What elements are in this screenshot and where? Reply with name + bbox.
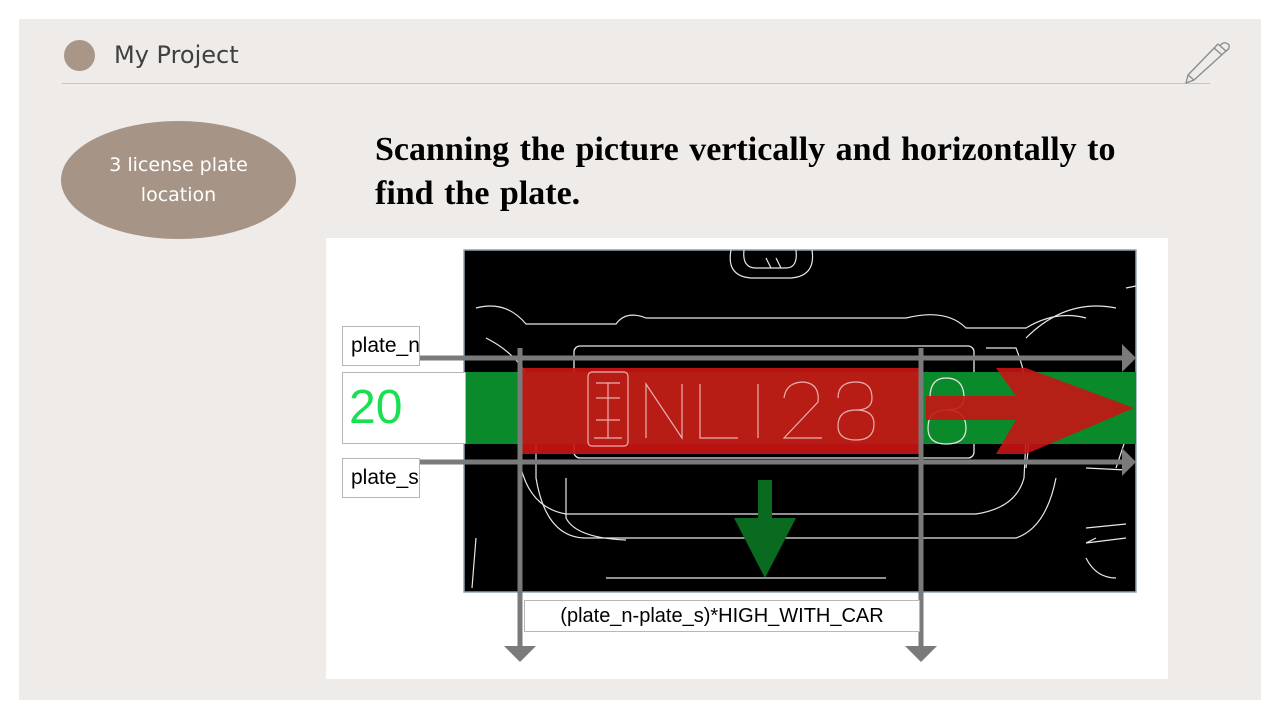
plate-s-label: plate_s xyxy=(342,458,420,498)
scan-highlight-red xyxy=(520,368,920,454)
slide-heading: Scanning the picture vertically and hori… xyxy=(375,131,1116,212)
section-label: 3 license plate location xyxy=(109,154,248,206)
plate-scan-figure: plate_n 20 plate_s (plate_n-plate_s)*HIG… xyxy=(326,238,1168,679)
plate-n-label: plate_n xyxy=(342,326,420,366)
formula-label: (plate_n-plate_s)*HIGH_WITH_CAR xyxy=(524,600,920,632)
plate-value: 20 xyxy=(342,372,466,444)
project-title: My Project xyxy=(114,41,239,69)
header-divider xyxy=(62,83,1210,84)
section-label-oval: 3 license plate location xyxy=(61,121,296,239)
pen-icon xyxy=(1185,42,1230,84)
header-circle-icon xyxy=(64,40,95,71)
